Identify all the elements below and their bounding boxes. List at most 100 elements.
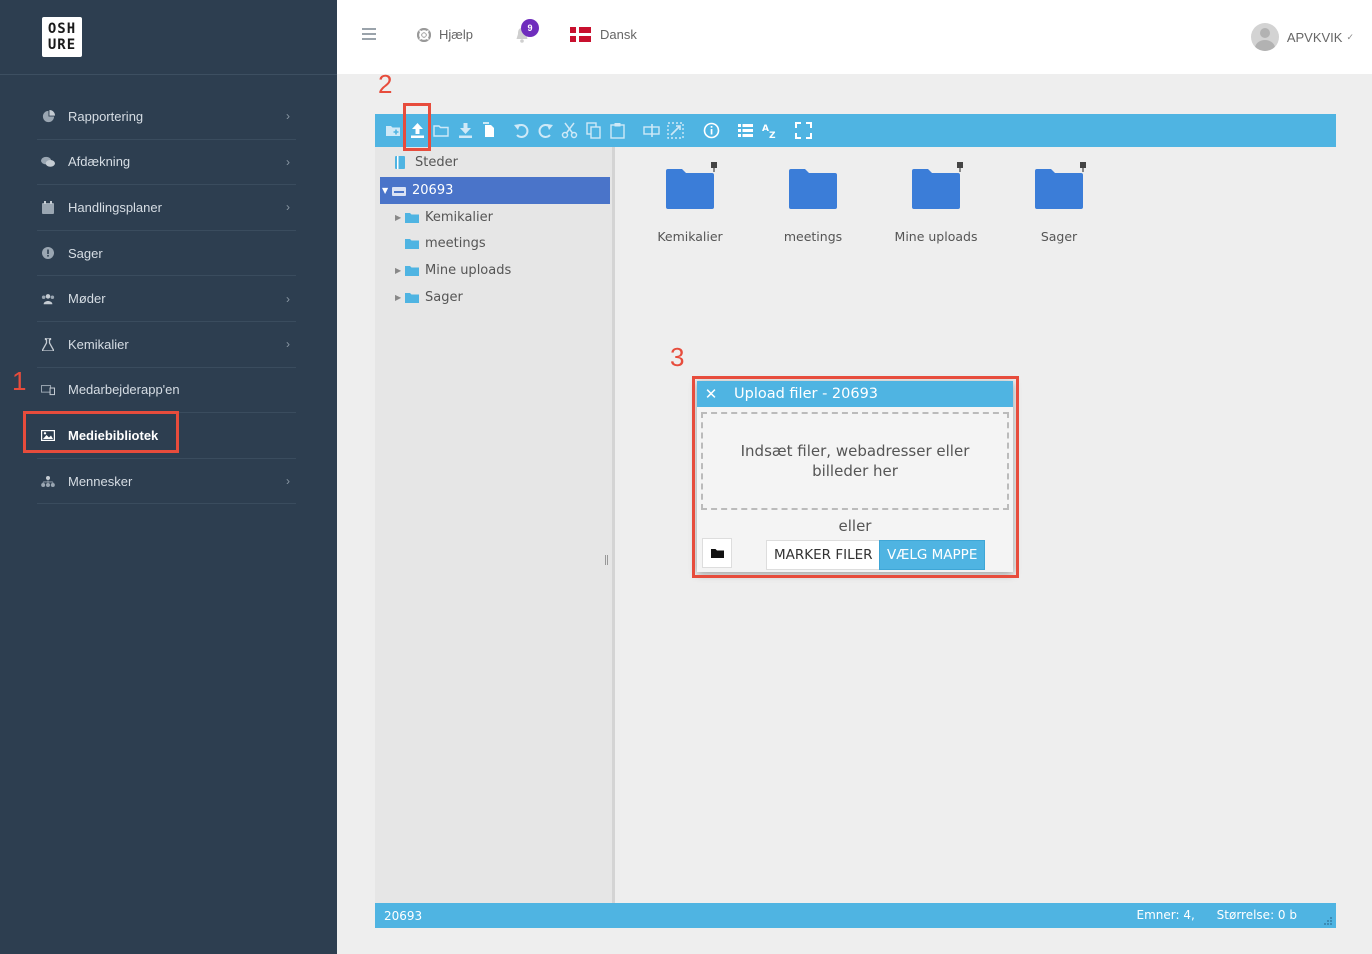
sidebar-item-medarbejderappen[interactable]: Medarbejderapp'en xyxy=(37,368,296,414)
paste-icon[interactable] xyxy=(609,122,626,139)
caret-right-icon[interactable]: ▶ xyxy=(395,293,405,302)
help-link[interactable]: Hjælp xyxy=(417,27,473,42)
duplicate-icon[interactable] xyxy=(481,122,498,139)
tree-label: 20693 xyxy=(412,183,454,198)
file-name: meetings xyxy=(783,229,843,244)
drive-icon xyxy=(392,185,406,196)
fullscreen-icon[interactable] xyxy=(795,122,812,139)
folder-icon xyxy=(789,167,837,209)
pin-icon xyxy=(1080,162,1086,172)
chevron-right-icon: › xyxy=(286,109,290,124)
status-info: Emner: 4, Størrelse: 0 b xyxy=(1119,908,1297,922)
folder-icon xyxy=(405,212,419,223)
sitemap-icon xyxy=(41,474,55,488)
file-name: Mine uploads xyxy=(894,229,978,244)
folder-open-icon[interactable] xyxy=(433,122,450,139)
user-menu[interactable]: APVKVIK ✓ xyxy=(1250,23,1354,51)
caret-down-icon[interactable]: ▼ xyxy=(382,186,392,195)
resize-grip-icon[interactable] xyxy=(1322,915,1332,925)
exclamation-circle-icon xyxy=(41,246,55,260)
sidebar-item-rapportering[interactable]: Rapportering › xyxy=(37,94,296,140)
folder-icon xyxy=(1035,162,1086,209)
file-item-mine-uploads[interactable]: Mine uploads xyxy=(881,162,991,244)
cut-icon[interactable] xyxy=(561,122,578,139)
svg-text:A: A xyxy=(762,124,769,134)
notification-badge[interactable]: 9 xyxy=(521,19,539,37)
chevron-right-icon: › xyxy=(286,291,290,306)
file-item-sager[interactable]: Sager xyxy=(1004,162,1114,244)
language-label: Dansk xyxy=(600,27,637,42)
status-item-count: Emner: 4, xyxy=(1136,908,1195,922)
chevron-right-icon: › xyxy=(286,474,290,489)
tree-label: Steder xyxy=(415,155,458,170)
status-path: 20693 xyxy=(384,908,423,923)
annotation-number-2: 2 xyxy=(378,69,393,99)
sidebar-item-handlingsplaner[interactable]: Handlingsplaner › xyxy=(37,185,296,231)
sidebar-item-afdaekning[interactable]: Afdækning › xyxy=(37,140,296,186)
tree-label: Kemikalier xyxy=(425,210,493,225)
sidebar-item-moeder[interactable]: Møder › xyxy=(37,276,296,322)
file-item-kemikalier[interactable]: Kemikalier xyxy=(635,162,745,244)
file-toolbar: AZ xyxy=(375,114,1336,147)
tree-item-sager[interactable]: ▶ Sager xyxy=(395,284,610,311)
app-logo[interactable]: OSH URE xyxy=(42,17,82,57)
undo-icon[interactable] xyxy=(513,122,530,139)
sidebar-item-label: Møder xyxy=(68,291,106,307)
devices-icon xyxy=(41,383,55,397)
folder-icon xyxy=(405,265,419,276)
caret-right-icon[interactable]: ▶ xyxy=(395,213,405,222)
file-item-meetings[interactable]: meetings xyxy=(758,167,868,244)
chevron-right-icon: › xyxy=(286,337,290,352)
folder-icon xyxy=(912,162,963,209)
chevron-right-icon: › xyxy=(286,200,290,215)
sidebar-item-label: Rapportering xyxy=(68,108,144,124)
redo-icon[interactable] xyxy=(537,122,554,139)
folder-icon xyxy=(405,238,419,249)
chat-bubbles-icon xyxy=(41,155,55,169)
status-size: Størrelse: 0 b xyxy=(1216,908,1297,922)
pin-icon xyxy=(957,162,963,172)
language-selector[interactable]: Dansk xyxy=(570,27,637,42)
hamburger-menu-icon[interactable] xyxy=(362,28,376,40)
file-name: Kemikalier xyxy=(657,229,723,244)
sidebar-divider xyxy=(0,74,337,75)
sidebar-item-label: Afdækning xyxy=(68,154,131,170)
download-icon[interactable] xyxy=(457,122,474,139)
sidebar-item-kemikalier[interactable]: Kemikalier › xyxy=(37,322,296,368)
resize-icon[interactable] xyxy=(667,122,684,139)
annotation-highlight-1 xyxy=(23,411,179,453)
file-name: Sager xyxy=(1040,229,1078,244)
tree-item-mine-uploads[interactable]: ▶ Mine uploads xyxy=(395,257,610,284)
tree-root-steder[interactable]: Steder xyxy=(385,149,610,176)
tree-item-kemikalier[interactable]: ▶ Kemikalier xyxy=(395,204,610,231)
danish-flag-icon xyxy=(570,27,591,42)
new-file-icon[interactable] xyxy=(385,122,402,139)
avatar xyxy=(1250,23,1279,51)
annotation-highlight-2 xyxy=(403,103,431,151)
users-icon xyxy=(41,292,55,306)
sidebar-item-label: Handlingsplaner xyxy=(68,199,162,215)
book-icon xyxy=(395,156,405,169)
sidebar-item-sager[interactable]: Sager xyxy=(37,231,296,277)
pane-resize-handle[interactable] xyxy=(605,555,608,565)
copy-icon[interactable] xyxy=(585,122,602,139)
sort-az-icon[interactable]: AZ xyxy=(761,122,778,139)
info-icon[interactable] xyxy=(703,122,720,139)
tree-label: Mine uploads xyxy=(425,263,512,278)
tree-item-meetings[interactable]: meetings xyxy=(405,230,610,257)
help-label: Hjælp xyxy=(439,27,473,42)
chevron-right-icon: › xyxy=(286,154,290,169)
rename-icon[interactable] xyxy=(643,122,660,139)
user-name: APVKVIK xyxy=(1286,29,1343,45)
folder-icon xyxy=(666,162,717,209)
tree-item-20693[interactable]: ▼ 20693 xyxy=(380,177,610,204)
caret-right-icon[interactable]: ▶ xyxy=(395,266,405,275)
sidebar-item-mennesker[interactable]: Mennesker › xyxy=(37,459,296,505)
status-bar: 20693 Emner: 4, Størrelse: 0 b xyxy=(375,903,1336,928)
tree-label: meetings xyxy=(425,236,486,251)
folder-icon xyxy=(405,292,419,303)
annotation-number-1: 1 xyxy=(12,366,27,396)
sidebar: OSH URE Rapportering › Afdækning › Handl… xyxy=(0,0,337,954)
list-view-icon[interactable] xyxy=(737,122,754,139)
chevron-down-icon: ✓ xyxy=(1346,31,1354,42)
